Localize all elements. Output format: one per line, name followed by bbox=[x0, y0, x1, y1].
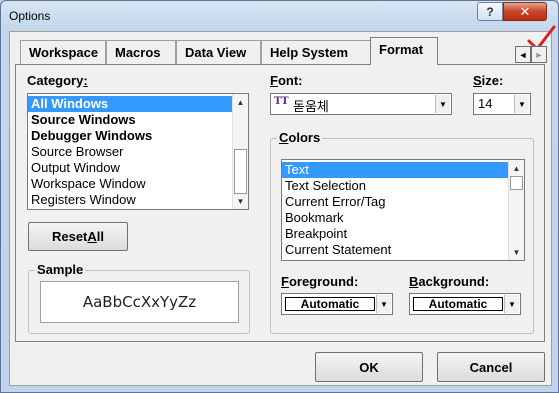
reset-all-button[interactable]: Reset All bbox=[28, 222, 128, 251]
reset-label-rest: ll bbox=[96, 229, 105, 244]
category-item[interactable]: Debugger Windows bbox=[28, 128, 248, 144]
category-item[interactable]: Workspace Window bbox=[28, 176, 248, 192]
foreground-combo[interactable]: Automatic ▼ bbox=[281, 293, 393, 315]
colors-scrollbar[interactable]: ▲ ▼ bbox=[508, 160, 524, 260]
colors-list[interactable]: Text Text Selection Current Error/Tag Bookm… bbox=[281, 159, 525, 261]
tab-help-system[interactable]: Help System bbox=[261, 40, 371, 64]
window-title: Options bbox=[9, 9, 51, 23]
reset-label: Reset bbox=[51, 229, 88, 244]
category-list[interactable]: All Windows Source Windows Debugger Window… bbox=[27, 93, 249, 210]
category-item[interactable]: Registers Window bbox=[28, 192, 248, 208]
size-label: Size: bbox=[473, 73, 504, 88]
close-button[interactable]: ✕ bbox=[503, 2, 547, 21]
scroll-down-icon[interactable]: ▼ bbox=[509, 244, 524, 260]
tab-macros[interactable]: Macros bbox=[106, 40, 176, 64]
tab-workspace[interactable]: Workspace bbox=[20, 40, 106, 64]
tab-label: Help System bbox=[270, 45, 349, 60]
cancel-button[interactable]: Cancel bbox=[437, 352, 545, 382]
background-combo[interactable]: Automatic ▼ bbox=[409, 293, 521, 315]
colors-group: Colors Text Text Selection Current Error/T… bbox=[270, 130, 534, 334]
chevron-down-icon[interactable]: ▼ bbox=[504, 295, 519, 313]
color-item[interactable]: Breakpoint bbox=[282, 226, 524, 242]
size-combo[interactable]: 14 ▼ bbox=[473, 93, 531, 115]
color-item[interactable]: Current Statement bbox=[282, 242, 524, 258]
background-value: Automatic bbox=[413, 297, 503, 311]
font-label: Font: bbox=[270, 73, 303, 88]
tab-data-view[interactable]: Data View bbox=[176, 40, 261, 64]
category-scrollbar[interactable]: ▲ ▼ bbox=[232, 94, 248, 209]
foreground-value: Automatic bbox=[285, 297, 375, 311]
options-dialog: Options ? ✕ Workspace Macros Data View H… bbox=[0, 0, 559, 393]
format-panel: Category: All Windows Source Windows Debug… bbox=[15, 64, 545, 342]
color-item[interactable]: Current Error/Tag bbox=[282, 194, 524, 210]
sample-label: Sample bbox=[35, 262, 86, 277]
color-item[interactable]: Text bbox=[282, 162, 524, 178]
cancel-label: Cancel bbox=[469, 359, 513, 375]
truetype-icon: TT bbox=[274, 96, 289, 107]
tab-scroll-arrows: ◄ ► bbox=[515, 46, 547, 63]
tab-label: Macros bbox=[115, 45, 161, 60]
background-label: Background: bbox=[409, 274, 490, 289]
category-label: Category: bbox=[27, 73, 88, 88]
scroll-up-icon[interactable]: ▲ bbox=[233, 94, 248, 110]
reset-label-u: A bbox=[87, 229, 97, 244]
title-bar[interactable]: Options ? ✕ bbox=[1, 1, 558, 31]
tab-label: Workspace bbox=[29, 45, 99, 60]
sample-preview: AaBbCcXxYyZz bbox=[40, 281, 239, 323]
tab-scroll-right-icon[interactable]: ► bbox=[531, 46, 547, 63]
help-icon: ? bbox=[486, 4, 494, 19]
category-item[interactable]: Output Window bbox=[28, 160, 248, 176]
colors-items: Text Text Selection Current Error/Tag Bookm… bbox=[282, 160, 524, 260]
scroll-down-icon[interactable]: ▼ bbox=[233, 193, 248, 209]
tab-format[interactable]: Format bbox=[370, 37, 438, 65]
scroll-thumb[interactable] bbox=[510, 176, 523, 190]
color-item[interactable]: Bookmark bbox=[282, 210, 524, 226]
foreground-label: Foreground: bbox=[281, 274, 359, 289]
colors-label: Colors bbox=[277, 130, 323, 145]
category-items: All Windows Source Windows Debugger Window… bbox=[28, 94, 248, 208]
chevron-down-icon[interactable]: ▼ bbox=[435, 95, 450, 113]
help-button[interactable]: ? bbox=[477, 2, 503, 21]
color-item[interactable]: Text Selection bbox=[282, 178, 524, 194]
chevron-down-icon[interactable]: ▼ bbox=[514, 95, 529, 113]
tab-label: Format bbox=[379, 42, 424, 57]
tab-scroll-left-icon[interactable]: ◄ bbox=[515, 46, 531, 63]
size-value: 14 bbox=[478, 96, 493, 111]
category-item[interactable]: Source Browser bbox=[28, 144, 248, 160]
ok-label: OK bbox=[359, 359, 379, 375]
font-value: 돋움체 bbox=[293, 100, 329, 115]
scroll-up-icon[interactable]: ▲ bbox=[509, 160, 524, 176]
category-item[interactable]: All Windows bbox=[28, 96, 248, 112]
close-icon: ✕ bbox=[519, 3, 531, 19]
font-combo[interactable]: TT 돋움체 ▼ bbox=[270, 93, 452, 115]
tab-label: Data View bbox=[185, 45, 247, 60]
chevron-down-icon[interactable]: ▼ bbox=[376, 295, 391, 313]
dialog-client: Workspace Macros Data View Help System F… bbox=[9, 31, 552, 386]
sample-group: Sample AaBbCcXxYyZz bbox=[28, 262, 250, 334]
scroll-thumb[interactable] bbox=[234, 149, 247, 194]
ok-button[interactable]: OK bbox=[315, 352, 423, 382]
category-item[interactable]: Source Windows bbox=[28, 112, 248, 128]
color-item[interactable]: Selection Margin bbox=[282, 258, 524, 260]
